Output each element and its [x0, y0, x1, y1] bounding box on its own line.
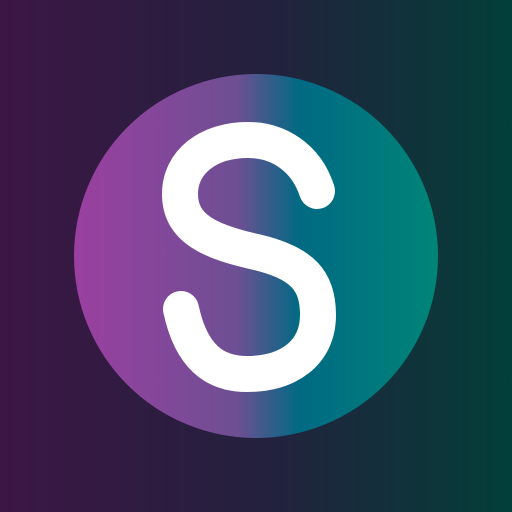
logo-svg [0, 0, 512, 512]
app-icon [0, 0, 512, 512]
